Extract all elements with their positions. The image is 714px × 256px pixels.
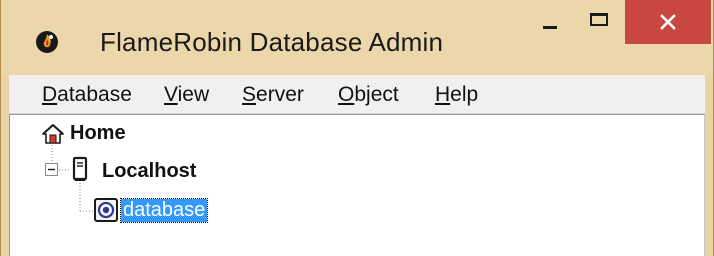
menu-object[interactable]: Object [338, 83, 399, 107]
minimize-icon [543, 25, 557, 29]
collapse-minus-icon[interactable] [45, 163, 58, 176]
menu-bar: Database View Server Object Help [9, 75, 705, 114]
window-title: FlameRobin Database Admin [100, 27, 444, 57]
tree-connector [80, 210, 94, 212]
menu-view[interactable]: View [164, 83, 209, 107]
maximize-button[interactable] [575, 0, 623, 44]
menu-help[interactable]: Help [435, 83, 478, 107]
tree-connector [79, 183, 81, 211]
app-window: FlameRobin Database Admin Database View … [0, 0, 714, 256]
tree-connector [59, 169, 71, 171]
flamerobin-logo-icon[interactable] [35, 30, 59, 54]
tree-node-home[interactable]: Home [70, 122, 126, 145]
server-icon[interactable] [72, 156, 88, 182]
database-tree[interactable]: Home Localhost database [9, 114, 705, 256]
tree-node-localhost[interactable]: Localhost [102, 160, 196, 183]
maximize-icon [590, 12, 608, 26]
menu-database[interactable]: Database [42, 83, 132, 107]
close-icon [660, 14, 676, 30]
home-icon[interactable] [42, 123, 64, 145]
tree-node-database[interactable]: database [119, 198, 209, 223]
title-bar[interactable]: FlameRobin Database Admin [1, 0, 713, 74]
close-button[interactable] [625, 0, 711, 44]
minimize-button[interactable] [527, 0, 573, 44]
menu-server[interactable]: Server [242, 83, 304, 107]
database-icon[interactable] [94, 198, 118, 222]
